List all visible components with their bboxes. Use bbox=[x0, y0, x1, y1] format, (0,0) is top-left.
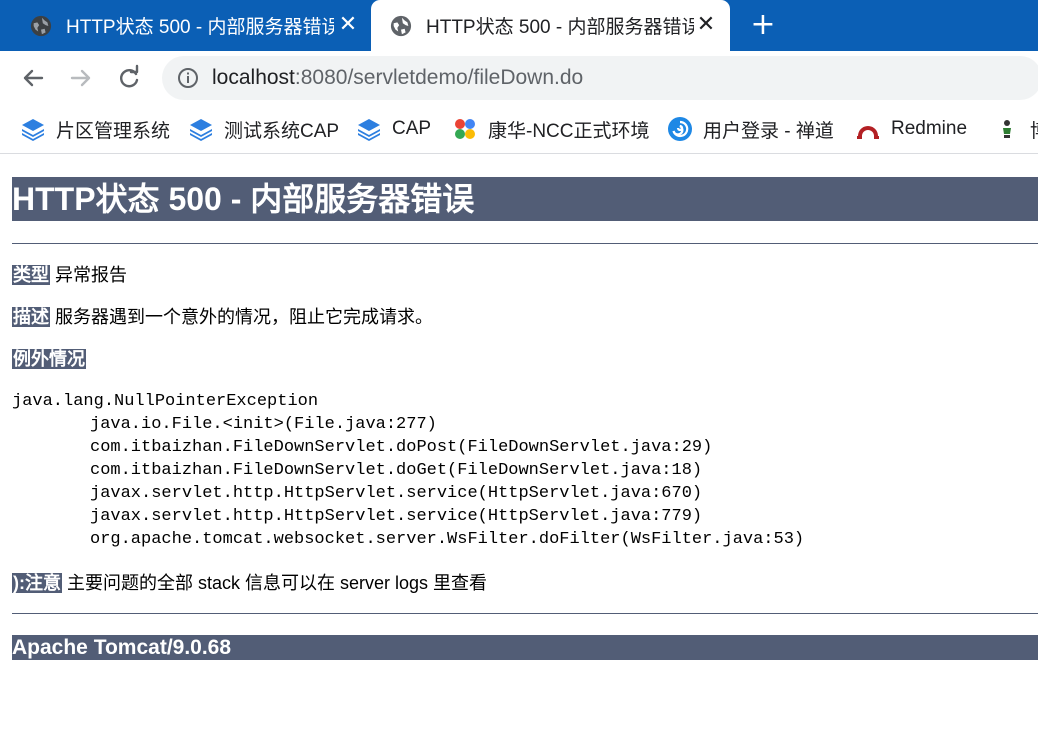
exception-label: 例外情况 bbox=[12, 349, 86, 369]
url-host: localhost bbox=[212, 66, 295, 89]
description-text: 服务器遇到一个意外的情况，阻止它完成请求。 bbox=[55, 307, 434, 327]
bookmark-item[interactable]: 测试系统CAP bbox=[188, 114, 339, 144]
note-text: 主要问题的全部 stack 信息可以在 server logs 里查看 bbox=[67, 573, 488, 593]
bookmark-label: CAP bbox=[392, 118, 432, 139]
type-label: 类型 bbox=[12, 265, 50, 285]
server-footer: Apache Tomcat/9.0.68 bbox=[12, 635, 1038, 660]
tab-title: HTTP状态 500 - 内部服务器错误 bbox=[66, 17, 334, 38]
stack-trace-line: javax.servlet.http.HttpServlet.service(H… bbox=[90, 484, 703, 503]
back-arrow-icon bbox=[23, 69, 44, 87]
address-bar[interactable]: localhost:8080/servletdemo/fileDown.do bbox=[162, 56, 1038, 100]
bookmark-label: 片区管理系统 bbox=[56, 120, 171, 142]
reload-icon bbox=[120, 64, 139, 88]
bookmark-item[interactable]: Redmine bbox=[855, 114, 967, 144]
description-line: 描述 服务器遇到一个意外的情况，阻止它完成请求。 bbox=[12, 305, 433, 329]
stack-layers-icon bbox=[190, 119, 212, 141]
bookmark-label: 博 bbox=[1030, 116, 1038, 143]
bookmark-item[interactable]: 康华-NCC正式环境 bbox=[452, 114, 650, 144]
swirl-logo-icon bbox=[668, 117, 692, 141]
bookmark-label: 测试系统CAP bbox=[224, 120, 340, 142]
new-tab-button[interactable]: + bbox=[745, 10, 781, 42]
stack-trace-line: com.itbaizhan.FileDownServlet.doGet(File… bbox=[90, 461, 703, 480]
tab-title: HTTP状态 500 - 内部服务器错误 bbox=[426, 17, 694, 38]
forward-arrow-icon bbox=[70, 69, 91, 87]
stack-trace: java.lang.NullPointerException java.io.Fi… bbox=[12, 390, 804, 551]
tab-inactive[interactable]: HTTP状态 500 - 内部服务器错误 ✕ bbox=[18, 0, 368, 51]
back-button[interactable] bbox=[18, 63, 48, 93]
url-path: :8080/servletdemo/fileDown.do bbox=[294, 66, 584, 89]
close-tab-icon[interactable]: ✕ bbox=[338, 14, 358, 36]
bookmark-item[interactable]: CAP bbox=[356, 114, 431, 144]
page-title: HTTP状态 500 - 内部服务器错误 bbox=[12, 177, 1038, 221]
colorful-pinwheel-icon bbox=[455, 119, 475, 139]
url-text[interactable]: localhost:8080/servletdemo/fileDown.do bbox=[212, 66, 583, 90]
type-text: 异常报告 bbox=[55, 265, 128, 285]
note-line: ):注意 主要问题的全部 stack 信息可以在 server logs 里查看 bbox=[12, 571, 487, 595]
tab-strip: HTTP状态 500 - 内部服务器错误 ✕ HTTP状态 500 - 内部服务… bbox=[0, 0, 1038, 51]
stack-trace-line: org.apache.tomcat.websocket.server.WsFil… bbox=[90, 530, 805, 549]
bookmark-item[interactable]: 博 bbox=[994, 114, 1038, 144]
figure-icon bbox=[1003, 120, 1011, 138]
exception-line: 例外情况 bbox=[12, 347, 86, 371]
divider bbox=[12, 613, 1038, 614]
globe-icon bbox=[390, 15, 412, 36]
description-label: 描述 bbox=[12, 307, 50, 327]
redmine-logo-icon bbox=[857, 126, 879, 139]
stack-trace-line: com.itbaizhan.FileDownServlet.doPost(Fil… bbox=[90, 438, 713, 457]
close-tab-icon[interactable]: ✕ bbox=[696, 14, 716, 36]
bookmark-item[interactable]: 片区管理系统 bbox=[20, 114, 170, 144]
reload-button[interactable] bbox=[114, 63, 144, 93]
bookmark-label: 用户登录 - 禅道 bbox=[703, 120, 834, 142]
bookmark-label: Redmine bbox=[891, 118, 968, 139]
bookmarks-bar: 片区管理系统 测试系统CAP CAP 康华-NCC正式环境 用户登录 - 禅道 … bbox=[0, 104, 1038, 154]
stack-trace-line: java.lang.NullPointerException bbox=[12, 392, 319, 411]
tab-active[interactable]: HTTP状态 500 - 内部服务器错误 ✕ bbox=[371, 0, 730, 51]
globe-icon bbox=[30, 15, 52, 36]
page-content: HTTP状态 500 - 内部服务器错误 类型 异常报告 描述 服务器遇到一个意… bbox=[0, 155, 1038, 752]
info-icon[interactable] bbox=[177, 67, 199, 89]
bookmark-item[interactable]: 用户登录 - 禅道 bbox=[667, 114, 834, 144]
note-label: ):注意 bbox=[12, 573, 62, 593]
divider bbox=[12, 243, 1038, 244]
stack-layers-icon bbox=[22, 119, 44, 141]
stack-trace-line: javax.servlet.http.HttpServlet.service(H… bbox=[90, 507, 703, 526]
type-line: 类型 异常报告 bbox=[12, 263, 127, 287]
stack-layers-icon bbox=[358, 119, 380, 141]
browser-toolbar: localhost:8080/servletdemo/fileDown.do bbox=[0, 51, 1038, 104]
forward-button[interactable] bbox=[66, 63, 96, 93]
stack-trace-line: java.io.File.<init>(File.java:277) bbox=[90, 415, 437, 434]
bookmark-label: 康华-NCC正式环境 bbox=[488, 120, 650, 142]
